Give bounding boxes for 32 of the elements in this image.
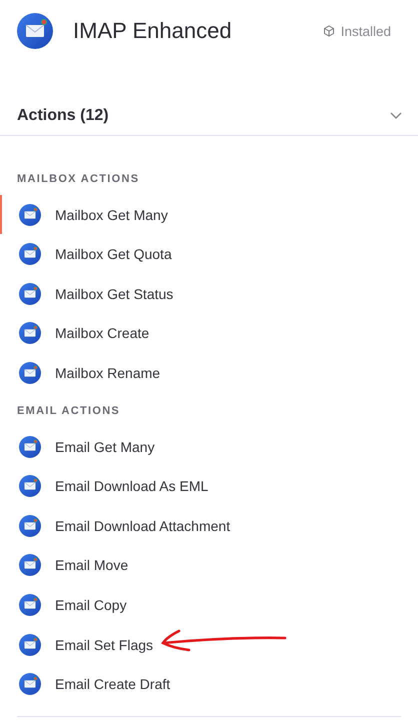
envelope-icon xyxy=(19,436,41,458)
app-title: IMAP Enhanced xyxy=(73,18,233,44)
action-item[interactable]: Mailbox Get Status xyxy=(0,274,418,314)
envelope-icon xyxy=(19,204,41,226)
cube-icon xyxy=(322,25,335,37)
action-item[interactable]: Mailbox Get Quota xyxy=(0,234,418,274)
envelope-icon xyxy=(19,475,41,498)
action-item[interactable]: Email Copy xyxy=(0,585,418,625)
envelope-icon xyxy=(19,282,41,305)
section-label: EMAIL ACTIONS xyxy=(16,404,122,417)
action-item[interactable]: Email Create Draft xyxy=(0,664,418,704)
section-label: MAILBOX ACTIONS xyxy=(16,172,140,185)
action-item[interactable]: Mailbox Create xyxy=(0,314,418,354)
envelope-icon xyxy=(19,673,41,696)
action-item[interactable]: Email Get Many xyxy=(0,426,418,466)
action-item[interactable]: Email Move xyxy=(0,546,418,586)
envelope-icon xyxy=(19,243,41,266)
envelope-icon xyxy=(19,362,41,384)
action-item[interactable]: Mailbox Rename xyxy=(0,353,418,393)
chevron-icon xyxy=(390,112,402,120)
envelope-logo-icon xyxy=(17,13,53,49)
envelope-icon xyxy=(19,594,41,616)
envelope-icon xyxy=(19,554,41,576)
action-item[interactable]: Mailbox Get Many xyxy=(0,194,418,234)
action-item[interactable]: Email Set Flags xyxy=(0,624,418,664)
action-item[interactable]: Email Download Attachment xyxy=(0,506,418,546)
envelope-icon xyxy=(19,634,41,656)
envelope-icon xyxy=(19,514,41,537)
installed-status: Installed xyxy=(340,24,391,38)
envelope-icon xyxy=(19,322,41,344)
action-item[interactable]: Email Download As EML xyxy=(0,466,418,506)
actions-accordion-header[interactable]: Actions (12) xyxy=(0,100,418,136)
